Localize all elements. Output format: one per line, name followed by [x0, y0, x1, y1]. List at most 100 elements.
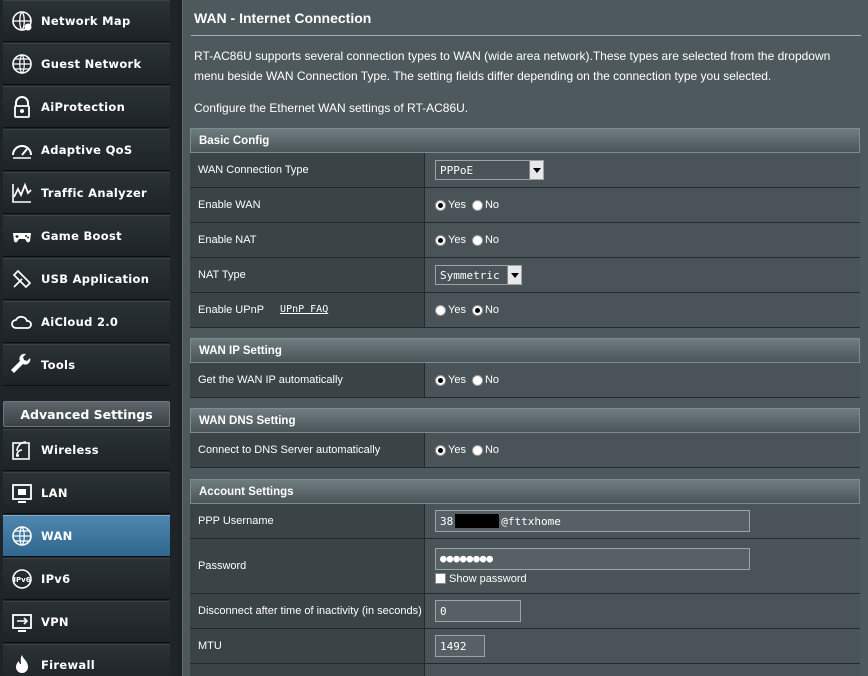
enable-wan-label: Enable WAN [190, 188, 425, 222]
username-suffix: @fttxhome [501, 514, 561, 528]
upnp-faq-link[interactable]: UPnP FAQ [280, 303, 328, 317]
chart-icon [9, 180, 35, 206]
sidebar-item-lan[interactable]: LAN [3, 472, 170, 514]
sidebar-item-network-map[interactable]: Network Map [3, 0, 170, 42]
radio-label: Yes [448, 234, 466, 246]
radio-label: No [484, 199, 500, 211]
upnp-row: Enable UPnP UPnP FAQ Yes No [190, 293, 860, 328]
enable-nat-label: Enable NAT [190, 223, 425, 257]
sidebar-item-label: Tools [41, 358, 76, 372]
sidebar-item-label: LAN [41, 486, 68, 500]
nat-type-row: NAT Type Symmetric [190, 258, 860, 293]
sidebar-item-label: WAN [41, 529, 73, 543]
upnp-label: Enable UPnP [198, 304, 265, 316]
gamepad-icon [9, 223, 35, 249]
speedometer-icon [9, 137, 35, 163]
chevron-down-icon [529, 161, 543, 179]
dns-auto-row: Connect to DNS Server automatically Yes … [190, 433, 860, 468]
wan-ip-auto-no-radio[interactable]: No [471, 374, 499, 386]
wan-type-value: PPPoE [440, 163, 474, 177]
sidebar-item-firewall[interactable]: Firewall [3, 644, 170, 676]
enable-nat-no-radio[interactable]: No [471, 234, 500, 246]
password-input[interactable]: ●●●●●●●● [435, 547, 750, 570]
sidebar-item-tools[interactable]: Tools [3, 344, 170, 386]
wan-ip-auto-label: Get the WAN IP automatically [190, 363, 425, 397]
sidebar-item-vpn[interactable]: VPN [3, 601, 170, 643]
sidebar-item-label: VPN [41, 615, 69, 629]
page-title: WAN - Internet Connection [194, 10, 372, 26]
username-prefix: 38 [440, 514, 454, 528]
sidebar: Network Map Guest Network AiProtection A… [0, 0, 178, 676]
sidebar-item-adaptive-qos[interactable]: Adaptive QoS [3, 129, 170, 171]
upnp-no-radio[interactable]: No [471, 304, 500, 316]
account-section: Account Settings PPP Username 38 @fttxho… [190, 479, 860, 676]
mtu-value: 1492 [440, 639, 467, 653]
enable-wan-row: Enable WAN Yes No [190, 188, 860, 223]
svg-text:IPv6: IPv6 [13, 576, 30, 584]
sidebar-item-ipv6[interactable]: IPv6 IPv6 [3, 558, 170, 600]
sidebar-item-traffic-analyzer[interactable]: Traffic Analyzer [3, 172, 170, 214]
idle-value: 0 [440, 604, 447, 618]
wan-ip-auto-yes-radio[interactable]: Yes [435, 374, 466, 386]
section-header: WAN DNS Setting [190, 408, 860, 433]
idle-input[interactable]: 0 [435, 600, 521, 622]
show-password-label: Show password [449, 572, 527, 585]
section-header: WAN IP Setting [190, 338, 860, 363]
sidebar-item-label: IPv6 [41, 572, 71, 586]
enable-wan-yes-radio[interactable]: Yes [435, 199, 466, 211]
sidebar-item-game-boost[interactable]: Game Boost [3, 215, 170, 257]
idle-row: Disconnect after time of inactivity (in … [190, 594, 860, 629]
sidebar-item-label: AiCloud 2.0 [41, 315, 119, 329]
sidebar-item-aiprotection[interactable]: AiProtection [3, 86, 170, 128]
next-row [190, 664, 860, 676]
enable-nat-yes-radio[interactable]: Yes [435, 234, 466, 246]
next-row-label [190, 664, 425, 676]
sidebar-item-label: Guest Network [41, 57, 142, 71]
vpn-icon [9, 609, 35, 635]
sidebar-item-wireless[interactable]: Wireless [3, 429, 170, 471]
dns-auto-no-radio[interactable]: No [471, 444, 499, 456]
ipv6-icon: IPv6 [9, 566, 35, 592]
wifi-icon [9, 437, 35, 463]
sidebar-item-label: AiProtection [41, 100, 126, 114]
sidebar-item-guest-network[interactable]: Guest Network [3, 43, 170, 85]
globe-icon [9, 523, 35, 549]
idle-label: Disconnect after time of inactivity (in … [190, 594, 425, 628]
radio-label: No [484, 304, 500, 316]
network-map-icon [9, 8, 35, 34]
sidebar-item-label: Wireless [41, 443, 99, 457]
password-row: Password ●●●●●●●● Show password [190, 539, 860, 594]
mtu-input[interactable]: 1492 [435, 635, 485, 657]
puzzle-icon [9, 266, 35, 292]
basic-config-section: Basic Config WAN Connection Type PPPoE E… [190, 128, 860, 328]
show-password-row: Show password [435, 573, 527, 585]
upnp-yes-radio[interactable]: Yes [435, 304, 466, 316]
nat-type-select[interactable]: Symmetric [435, 265, 522, 285]
enable-wan-no-radio[interactable]: No [471, 199, 500, 211]
username-row: PPP Username 38 @fttxhome [190, 504, 860, 539]
title-divider [191, 35, 861, 36]
redaction-box [455, 514, 500, 528]
page-description: RT-AC86U supports several connection typ… [194, 49, 831, 83]
radio-label: No [484, 234, 500, 246]
cloud-icon [9, 309, 35, 335]
dns-auto-yes-radio[interactable]: Yes [435, 444, 466, 456]
wrench-icon [9, 352, 35, 378]
sidebar-item-aicloud[interactable]: AiCloud 2.0 [3, 301, 170, 343]
enable-nat-row: Enable NAT Yes No [190, 223, 860, 258]
lan-icon [9, 480, 35, 506]
sidebar-item-usb-application[interactable]: USB Application [3, 258, 170, 300]
wan-type-label: WAN Connection Type [190, 153, 425, 187]
radio-label: Yes [448, 304, 466, 316]
show-password-checkbox[interactable] [435, 573, 446, 584]
page-description-2: Configure the Ethernet WAN settings of R… [194, 101, 469, 115]
nat-type-label: NAT Type [190, 258, 425, 292]
sidebar-item-wan[interactable]: WAN [3, 515, 170, 557]
wan-ip-auto-row: Get the WAN IP automatically Yes No [190, 363, 860, 398]
sidebar-item-label: Traffic Analyzer [41, 186, 148, 200]
sidebar-item-label: Firewall [41, 658, 95, 672]
radio-label: Yes [448, 199, 466, 211]
username-input[interactable]: 38 @fttxhome [435, 510, 750, 532]
wan-type-select[interactable]: PPPoE [435, 160, 544, 180]
radio-label: Yes [448, 444, 466, 456]
